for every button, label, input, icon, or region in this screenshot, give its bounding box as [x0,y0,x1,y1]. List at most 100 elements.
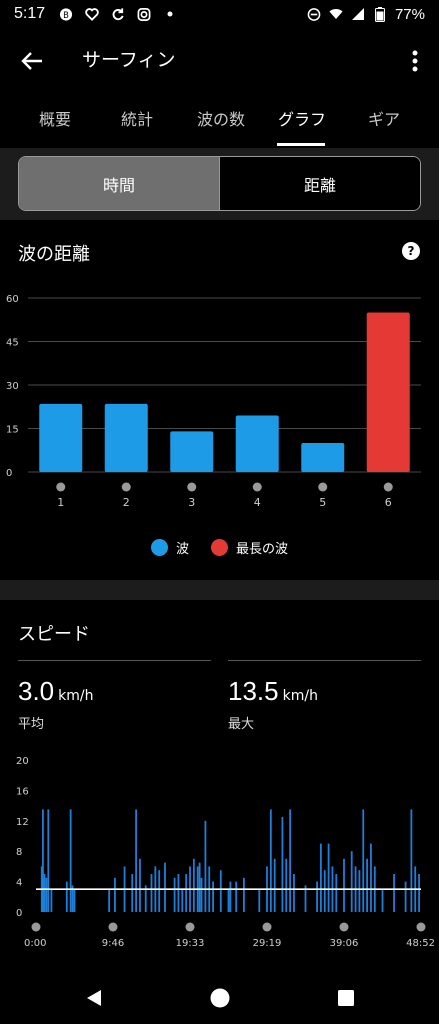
more-options-button[interactable] [401,44,429,78]
legend-wave-label: 波 [175,542,189,557]
tab-wave-count[interactable]: 波の数 [196,106,246,130]
x-tick-label: 39:06 [330,938,359,949]
speed-spike [327,843,330,912]
nav-back-button[interactable] [80,984,108,1012]
battery-icon [373,6,387,22]
wave-marker-dot [121,482,131,492]
speed-spike [204,820,207,912]
help-icon[interactable]: ? [402,242,420,260]
status-bar: 5:17 B 77% [0,0,439,28]
x-tick-label: 2 [123,496,130,509]
toggle-distance[interactable]: 距離 [219,157,420,210]
tab-overview[interactable]: 概要 [38,106,72,130]
speed-spike [131,874,134,912]
speed-spike [164,862,166,912]
speed-spike [114,877,116,912]
speed-spike [181,889,184,912]
max-speed-unit: km/h [282,688,318,704]
svg-text:B: B [63,9,69,19]
speed-spike [381,889,384,912]
tab-gear[interactable]: ギア [366,106,402,130]
wave-marker-dot [383,482,393,492]
tab-bar: 概要 統計 波の数 グラフ ギア [0,98,439,146]
speed-spike [320,843,322,912]
legend-wave: 波 [150,538,189,557]
speed-spike [139,858,141,912]
sync-heart-icon [85,7,99,21]
bar [104,403,148,472]
toggle-container: 時間 距離 [0,148,439,220]
y-tick-label: 12 [16,817,29,828]
speed-spike [43,874,46,912]
bar [301,443,345,472]
battery-level: 77% [394,5,425,23]
speed-spike [335,874,338,912]
x-tick-label: 1 [57,496,64,509]
speed-spike [200,877,203,912]
time-distance-toggle: 時間 距離 [18,156,421,211]
speed-spike [227,889,230,912]
bar [366,312,410,472]
arrow-left-icon [21,52,42,70]
wave-marker-dot [252,482,262,492]
speed-title: スピード [18,624,90,645]
toggle-time[interactable]: 時間 [19,157,219,210]
y-tick-label: 30 [6,381,19,392]
nav-recents-button[interactable] [332,984,360,1012]
dot-icon [163,7,177,21]
y-tick-label: 8 [16,847,22,858]
nav-home-button[interactable] [206,984,234,1012]
speed-spike [281,817,284,912]
time-marker-dot [416,922,426,932]
back-button[interactable] [14,46,50,76]
triangle-back-icon [87,990,101,1006]
signal-icon [351,7,365,21]
wave-distance-chart: 0153045601 2 3 4 5 6 [6,294,421,509]
x-tick-label: 9:46 [102,938,124,949]
wave-marker-dot [187,482,197,492]
active-tab-indicator [277,143,325,146]
speed-spike [229,881,232,912]
max-speed-value: 13.5 [228,676,279,706]
speed-spike [158,870,161,912]
speed-spike [366,858,368,912]
speed-spike [293,874,295,912]
speed-spike [235,881,238,912]
speed-spike [212,881,214,912]
bar [39,403,83,472]
y-tick-label: 60 [6,294,19,305]
legend-longest-swatch [211,539,228,556]
tab-graph[interactable]: グラフ [277,106,327,130]
speed-spike [269,809,272,912]
speed-spike [410,809,413,912]
speed-spike [135,809,137,912]
circle-home-icon [210,988,230,1008]
speed-spike [393,874,395,912]
time-marker-dot [339,922,349,932]
bar [170,431,214,472]
refresh-icon [111,7,125,21]
legend-longest: 最長の波 [211,538,288,557]
do-not-disturb-icon [307,7,321,21]
speed-spike [108,889,111,912]
y-tick-label: 20 [16,756,29,767]
speed-spike [198,862,201,912]
x-tick-label: 4 [254,496,261,509]
speed-spike [350,851,353,912]
time-marker-dot [262,922,272,932]
speed-spike [362,809,365,912]
x-tick-label: 0:00 [24,938,46,949]
wave-distance-legend: 波 最長の波 [0,538,439,557]
speed-spike [243,877,245,912]
speed-spike [73,889,76,912]
y-tick-label: 0 [6,468,12,479]
speed-spike [418,874,420,912]
x-tick-label: 3 [188,496,195,509]
y-tick-label: 4 [16,878,22,889]
avg-speed-unit: km/h [58,688,94,704]
section-separator [0,580,439,600]
tab-stats[interactable]: 統計 [120,106,154,130]
speed-spike [273,858,276,912]
system-nav-bar [0,972,439,1024]
x-tick-label: 19:33 [176,938,205,949]
